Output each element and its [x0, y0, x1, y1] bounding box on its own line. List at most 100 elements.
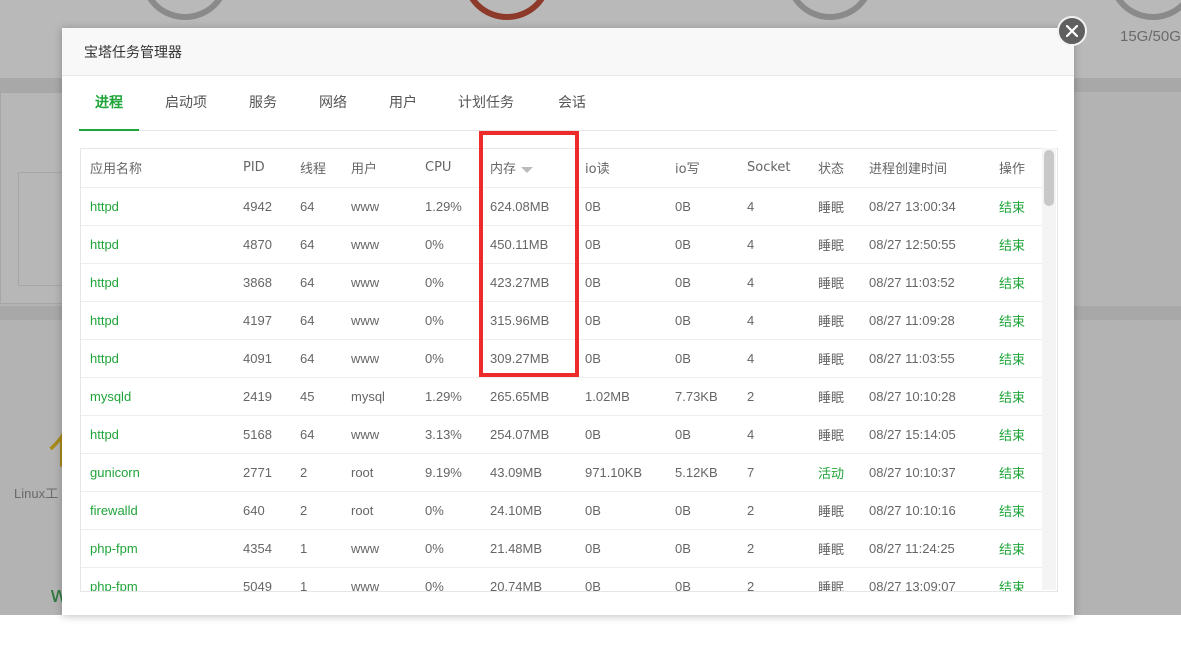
- end-process-link[interactable]: 结束: [990, 187, 1042, 226]
- table-row: php-fpm 4354 1 www 0% 21.48MB 0B 0B 2 睡眠 08/27 11:…: [81, 529, 1042, 568]
- end-process-link[interactable]: 结束: [990, 453, 1042, 492]
- cell-status: 睡眠: [809, 415, 860, 454]
- cell-socket: 4: [738, 301, 809, 340]
- cell-app-name: php-fpm: [81, 567, 234, 591]
- cell-cpu: 0%: [416, 225, 481, 264]
- column-header-pid[interactable]: PID: [234, 149, 291, 188]
- tab-services[interactable]: 服务: [233, 90, 293, 130]
- column-header-status[interactable]: 状态: [809, 149, 860, 188]
- cell-threads: 64: [291, 415, 342, 454]
- cell-user: www: [342, 187, 416, 226]
- cell-app-name: php-fpm: [81, 529, 234, 568]
- column-header-created-time[interactable]: 进程创建时间: [860, 149, 990, 188]
- cell-user: www: [342, 263, 416, 302]
- cell-app-name: httpd: [81, 415, 234, 454]
- cell-pid: 640: [234, 491, 291, 530]
- tab-sessions[interactable]: 会话: [542, 90, 602, 130]
- cell-status: 睡眠: [809, 529, 860, 568]
- end-process-link[interactable]: 结束: [990, 377, 1042, 416]
- cell-io-write: 0B: [666, 263, 738, 302]
- cell-app-name: mysqld: [81, 377, 234, 416]
- cell-app-name: gunicorn: [81, 453, 234, 492]
- cell-threads: 45: [291, 377, 342, 416]
- cell-io-read: 0B: [576, 491, 666, 530]
- cell-io-read: 0B: [576, 529, 666, 568]
- cell-cpu: 0%: [416, 339, 481, 378]
- cell-cpu: 3.13%: [416, 415, 481, 454]
- cell-created-time: 08/27 11:09:28: [860, 301, 990, 340]
- cell-memory: 254.07MB: [481, 415, 576, 454]
- cell-status: 活动: [809, 453, 860, 492]
- cell-created-time: 08/27 13:09:07: [860, 567, 990, 591]
- cell-socket: 4: [738, 415, 809, 454]
- cell-app-name: firewalld: [81, 491, 234, 530]
- column-header-threads[interactable]: 线程: [291, 149, 342, 188]
- tab-processes[interactable]: 进程: [79, 90, 139, 131]
- cell-cpu: 0%: [416, 529, 481, 568]
- cell-memory: 24.10MB: [481, 491, 576, 530]
- cell-io-write: 0B: [666, 491, 738, 530]
- cell-created-time: 08/27 10:10:28: [860, 377, 990, 416]
- cell-threads: 64: [291, 339, 342, 378]
- cell-socket: 4: [738, 339, 809, 378]
- end-process-link[interactable]: 结束: [990, 529, 1042, 568]
- tab-startup[interactable]: 启动项: [149, 90, 223, 130]
- cell-status: 睡眠: [809, 339, 860, 378]
- cell-socket: 4: [738, 263, 809, 302]
- cell-threads: 64: [291, 225, 342, 264]
- cell-threads: 2: [291, 453, 342, 492]
- cell-app-name: httpd: [81, 187, 234, 226]
- cell-io-read: 971.10KB: [576, 453, 666, 492]
- background-card: [18, 172, 64, 286]
- cell-memory: 265.65MB: [481, 377, 576, 416]
- end-process-link[interactable]: 结束: [990, 567, 1042, 591]
- cell-app-name: httpd: [81, 225, 234, 264]
- tab-scheduled-tasks[interactable]: 计划任务: [442, 90, 530, 130]
- table-scrollbar-track[interactable]: [1042, 148, 1056, 590]
- cell-pid: 4870: [234, 225, 291, 264]
- cell-status: 睡眠: [809, 187, 860, 226]
- cell-pid: 5168: [234, 415, 291, 454]
- cell-created-time: 08/27 11:24:25: [860, 529, 990, 568]
- cell-created-time: 08/27 10:10:16: [860, 491, 990, 530]
- close-dialog-button[interactable]: [1057, 16, 1087, 46]
- cell-threads: 64: [291, 301, 342, 340]
- cell-io-write: 0B: [666, 415, 738, 454]
- cell-io-read: 0B: [576, 567, 666, 591]
- cell-io-write: 0B: [666, 225, 738, 264]
- cell-cpu: 0%: [416, 567, 481, 591]
- table-row: httpd 5168 64 www 3.13% 254.07MB 0B 0B 4 睡眠 08/27 …: [81, 415, 1042, 454]
- table-row: php-fpm 5049 1 www 0% 20.74MB 0B 0B 2 睡眠 08/27 13:…: [81, 567, 1042, 591]
- tab-users[interactable]: 用户: [373, 90, 433, 130]
- cell-io-write: 0B: [666, 567, 738, 591]
- cell-cpu: 1.29%: [416, 187, 481, 226]
- cell-app-name: httpd: [81, 301, 234, 340]
- disk-usage-text: 15G/50G: [1120, 28, 1181, 45]
- table-row: mysqld 2419 45 mysql 1.29% 265.65MB 1.02MB 7.73…: [81, 377, 1042, 416]
- cell-threads: 1: [291, 529, 342, 568]
- column-header-io-read[interactable]: io读: [576, 149, 666, 188]
- column-header-io-write[interactable]: io写: [666, 149, 738, 188]
- cell-io-write: 0B: [666, 301, 738, 340]
- cell-user: www: [342, 529, 416, 568]
- cell-pid: 4091: [234, 339, 291, 378]
- cell-created-time: 08/27 15:14:05: [860, 415, 990, 454]
- end-process-link[interactable]: 结束: [990, 491, 1042, 530]
- column-header-app-name[interactable]: 应用名称: [81, 149, 234, 188]
- end-process-link[interactable]: 结束: [990, 225, 1042, 264]
- cell-socket: 7: [738, 453, 809, 492]
- column-header-action: 操作: [990, 149, 1042, 188]
- end-process-link[interactable]: 结束: [990, 415, 1042, 454]
- cell-pid: 5049: [234, 567, 291, 591]
- end-process-link[interactable]: 结束: [990, 263, 1042, 302]
- cell-io-write: 0B: [666, 529, 738, 568]
- table-scrollbar-thumb[interactable]: [1044, 150, 1054, 206]
- cell-pid: 4354: [234, 529, 291, 568]
- cell-socket: 2: [738, 567, 809, 591]
- tab-network[interactable]: 网络: [303, 90, 363, 130]
- end-process-link[interactable]: 结束: [990, 301, 1042, 340]
- end-process-link[interactable]: 结束: [990, 339, 1042, 378]
- column-header-cpu[interactable]: CPU: [416, 149, 481, 188]
- column-header-socket[interactable]: Socket: [738, 149, 809, 188]
- column-header-user[interactable]: 用户: [342, 149, 416, 188]
